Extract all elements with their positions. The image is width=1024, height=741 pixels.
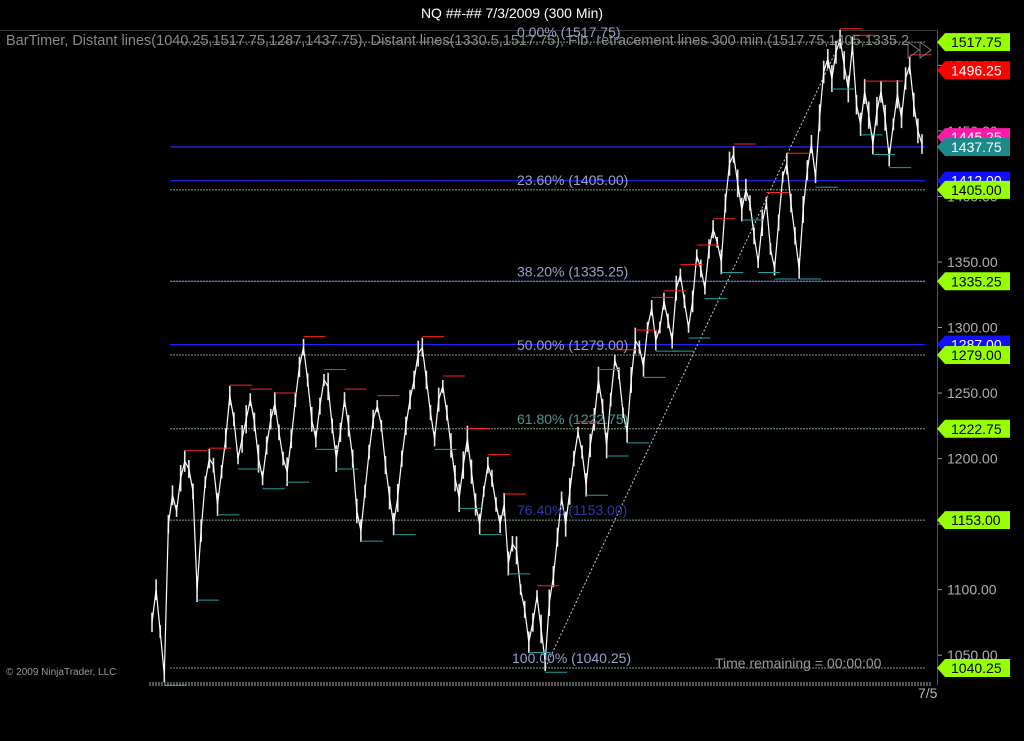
y-tick-label: 1200.00 [947, 451, 998, 467]
fib-level-label: 100.00% (1040.25) [512, 650, 631, 666]
price-series-layer [151, 28, 932, 686]
fib-labels-layer: 0.00% (1517.75)23.60% (1405.00)38.20% (1… [512, 24, 631, 666]
price-tag-label: 1335.25 [951, 273, 1002, 289]
price-line [151, 39, 923, 675]
copyright-notice: © 2009 NinjaTrader, LLC [6, 667, 117, 678]
price-tag-label: 1279.00 [951, 347, 1002, 363]
price-markers-layer: 1517.751496.251445.251437.751412.001405.… [937, 33, 1010, 677]
y-tick-label: 1250.00 [947, 385, 998, 401]
price-tag-label: 1040.25 [951, 660, 1002, 676]
fib-level-label: 23.60% (1405.00) [517, 172, 628, 188]
fib-level-label: 50.00% (1279.00) [517, 337, 628, 353]
time-remaining: Time remaining = 00:00:00 [715, 655, 882, 671]
price-tag-label: 1496.25 [951, 62, 1002, 78]
price-chart[interactable]: 0.00% (1517.75)23.60% (1405.00)38.20% (1… [0, 0, 1024, 741]
fib-level-label: 38.20% (1335.25) [517, 263, 628, 279]
x-axis-layer [149, 682, 931, 686]
fib-level-label: 76.40% (1153.00) [517, 502, 627, 518]
y-tick-label: 1100.00 [947, 582, 997, 598]
price-tag-label: 1437.75 [951, 139, 1002, 155]
fib-level-label: 61.80% (1222.75) [517, 411, 628, 427]
x-tick-label: 7/5 [918, 685, 938, 701]
price-tag-label: 1222.75 [951, 421, 1002, 437]
price-tag-label: 1405.00 [951, 182, 1002, 198]
y-tick-label: 1300.00 [947, 320, 998, 336]
price-tag-label: 1153.00 [951, 512, 1001, 528]
y-tick-label: 1350.00 [947, 254, 998, 270]
indicator-list: BarTimer, Distant lines(1040.25,1517.75,… [6, 33, 910, 49]
